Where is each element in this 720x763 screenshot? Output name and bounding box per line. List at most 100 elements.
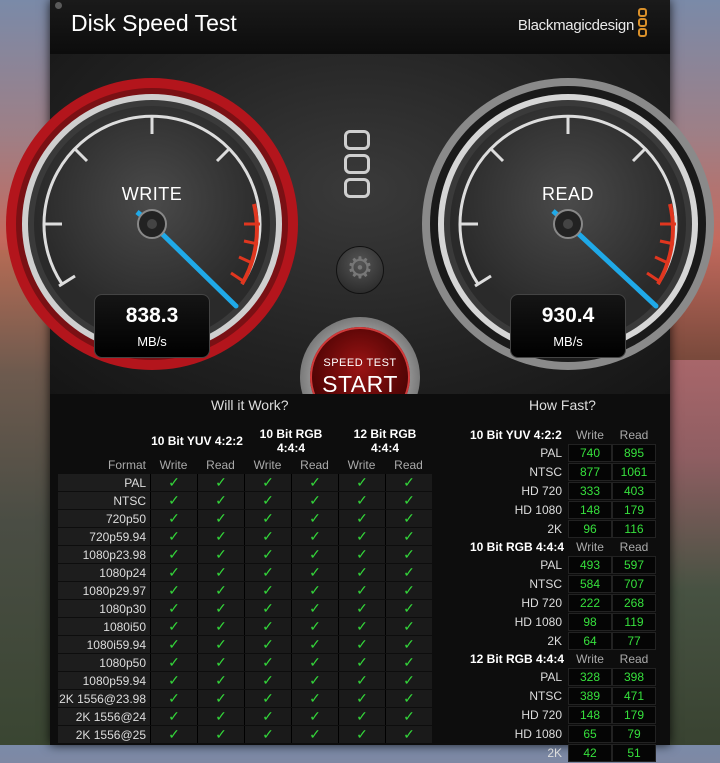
read-column-header: Read (619, 652, 649, 666)
format-cell: NTSC (529, 689, 562, 703)
check-icon: ✓ (150, 528, 197, 545)
read-speed-cell: 268 (612, 594, 656, 612)
check-icon: ✓ (385, 492, 432, 509)
read-column-header: Read (619, 428, 649, 442)
format-cell: 1080p23.98 (58, 546, 150, 563)
check-icon: ✓ (197, 726, 244, 743)
check-icon: ✓ (244, 708, 291, 725)
write-speed-cell: 65 (568, 725, 612, 743)
format-cell: 720p50 (58, 510, 150, 527)
title-bar: Disk Speed Test Blackmagicdesign (50, 0, 670, 54)
check-icon: ✓ (197, 708, 244, 725)
read-speed-cell: 895 (612, 444, 656, 462)
close-icon[interactable] (55, 2, 62, 9)
table-row: 1080p59.94 ✓ ✓ ✓ ✓ ✓ ✓ (58, 672, 432, 689)
write-readout: 838.3 MB/s (94, 294, 210, 358)
table-row: 2K 42 51 (470, 744, 656, 762)
check-icon: ✓ (150, 492, 197, 509)
format-cell: 1080p30 (58, 600, 150, 617)
read-label: READ (541, 184, 594, 204)
format-cell: 2K (547, 746, 562, 760)
write-column-header: Write (576, 540, 604, 554)
read-unit: MB/s (553, 334, 583, 349)
check-icon: ✓ (385, 636, 432, 653)
format-cell: NTSC (529, 465, 562, 479)
write-unit: MB/s (137, 334, 167, 349)
check-icon: ✓ (150, 708, 197, 725)
read-speed-cell: 116 (612, 520, 656, 538)
check-icon: ✓ (385, 510, 432, 527)
write-speed-cell: 148 (568, 706, 612, 724)
check-icon: ✓ (291, 654, 338, 671)
read-speed-cell: 398 (612, 668, 656, 686)
table-row: HD 1080 65 79 (470, 725, 656, 743)
write-speed-cell: 493 (568, 556, 612, 574)
check-icon: ✓ (291, 564, 338, 581)
check-icon: ✓ (244, 690, 291, 707)
read-speed-cell: 77 (612, 632, 656, 650)
check-icon: ✓ (244, 618, 291, 635)
read-column-header: Read (300, 457, 329, 472)
check-icon: ✓ (338, 726, 385, 743)
check-icon: ✓ (244, 672, 291, 689)
check-icon: ✓ (291, 708, 338, 725)
brand-logo-text: Blackmagicdesign (517, 17, 634, 34)
check-icon: ✓ (197, 564, 244, 581)
write-speed-cell: 42 (568, 744, 612, 762)
check-icon: ✓ (150, 726, 197, 743)
check-icon: ✓ (291, 690, 338, 707)
check-icon: ✓ (385, 690, 432, 707)
table-row: 1080p24 ✓ ✓ ✓ ✓ ✓ ✓ (58, 564, 432, 581)
check-icon: ✓ (338, 672, 385, 689)
read-speed-cell: 707 (612, 575, 656, 593)
check-icon: ✓ (291, 726, 338, 743)
group-header: 10 Bit YUV 4:2:2 (151, 434, 243, 448)
check-icon: ✓ (150, 546, 197, 563)
check-icon: ✓ (150, 510, 197, 527)
read-value: 930.4 (541, 304, 595, 327)
check-icon: ✓ (244, 726, 291, 743)
group-name: 10 Bit RGB 4:4:4 (470, 540, 565, 554)
table-row: PAL ✓ ✓ ✓ ✓ ✓ ✓ (58, 474, 432, 491)
results-section: Will it Work? How Fast? 10 Bit YUV 4:2:2… (50, 394, 670, 762)
gear-icon[interactable]: ⚙ (336, 246, 384, 294)
check-icon: ✓ (338, 618, 385, 635)
write-column-header: Write (159, 457, 188, 472)
check-icon: ✓ (338, 546, 385, 563)
check-icon: ✓ (291, 672, 338, 689)
read-speed-cell: 179 (612, 501, 656, 519)
check-icon: ✓ (244, 528, 291, 545)
check-icon: ✓ (291, 618, 338, 635)
read-speed-cell: 1061 (612, 463, 656, 481)
read-column-header: Read (206, 457, 235, 472)
table-row: HD 720 333 403 (470, 482, 656, 500)
check-icon: ✓ (244, 474, 291, 491)
check-icon: ✓ (150, 582, 197, 599)
check-icon: ✓ (291, 636, 338, 653)
write-speed-cell: 222 (568, 594, 612, 612)
write-speed-cell: 64 (568, 632, 612, 650)
check-icon: ✓ (338, 528, 385, 545)
table-row: 1080i59.94 ✓ ✓ ✓ ✓ ✓ ✓ (58, 636, 432, 653)
check-icon: ✓ (385, 726, 432, 743)
read-speed-cell: 471 (612, 687, 656, 705)
check-icon: ✓ (197, 510, 244, 527)
check-icon: ✓ (338, 582, 385, 599)
table-row: 1080p29.97 ✓ ✓ ✓ ✓ ✓ ✓ (58, 582, 432, 599)
check-icon: ✓ (197, 636, 244, 653)
format-cell: 2K 1556@23.98 (58, 690, 150, 707)
check-icon: ✓ (338, 564, 385, 581)
format-cell: 720p59.94 (58, 528, 150, 545)
format-cell: PAL (540, 670, 562, 684)
brand-logo-icon (638, 8, 648, 38)
app-window: Disk Speed Test Blackmagicdesign WRITE 8… (6, 0, 714, 762)
check-icon: ✓ (197, 546, 244, 563)
format-cell: 1080i50 (58, 618, 150, 635)
format-cell: PAL (540, 446, 562, 460)
check-icon: ✓ (150, 474, 197, 491)
check-icon: ✓ (197, 474, 244, 491)
table-row: 720p50 ✓ ✓ ✓ ✓ ✓ ✓ (58, 510, 432, 527)
read-speed-cell: 51 (612, 744, 656, 762)
check-icon: ✓ (150, 564, 197, 581)
check-icon: ✓ (385, 474, 432, 491)
